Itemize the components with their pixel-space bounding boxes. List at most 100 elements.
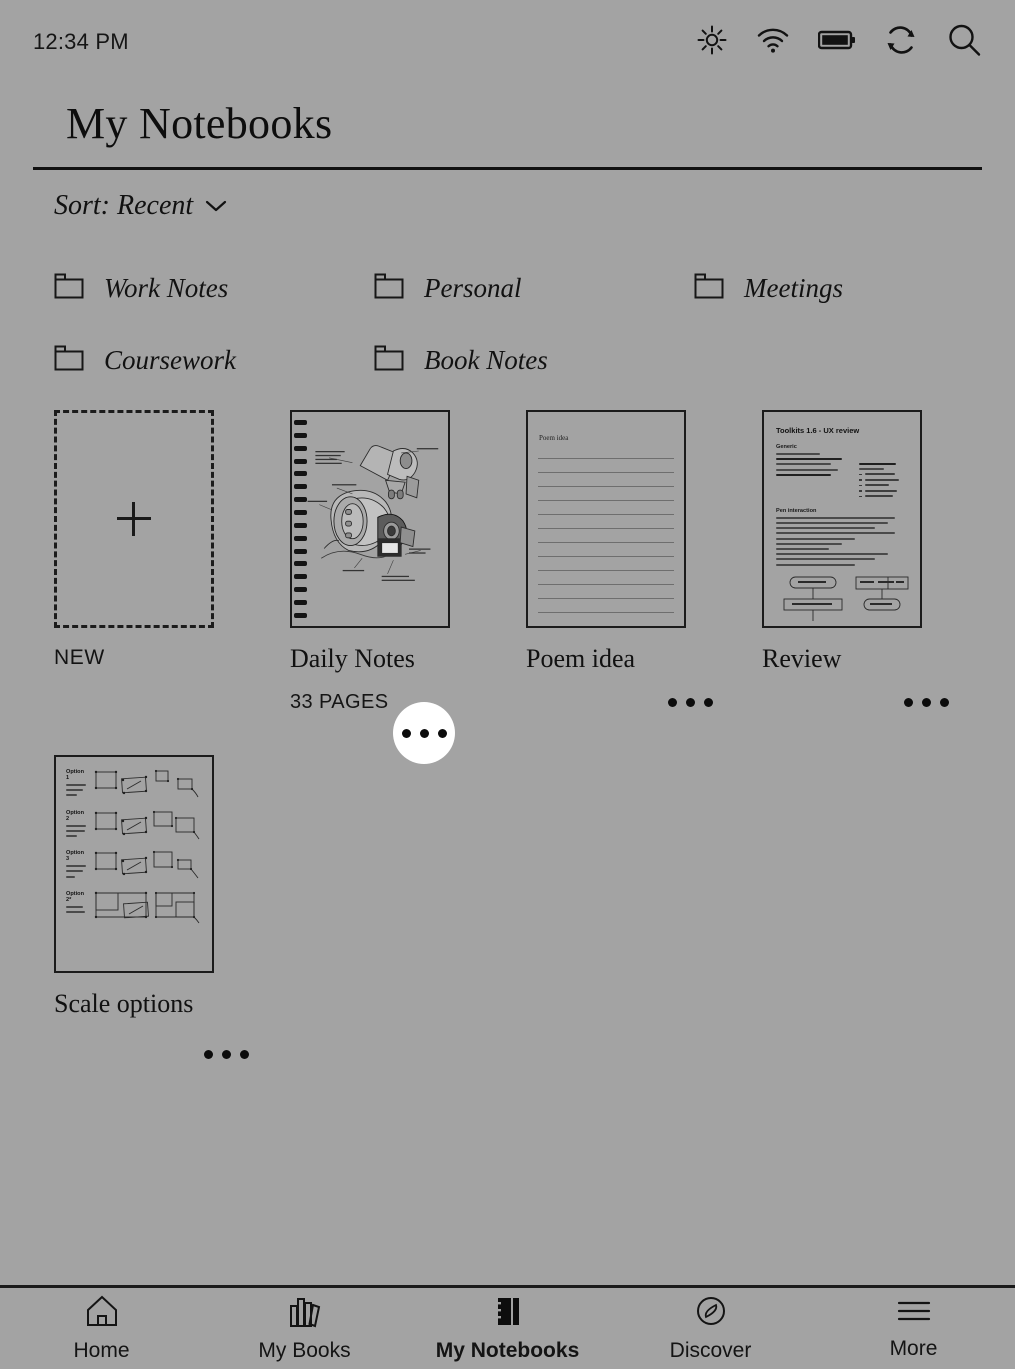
- notebook-menu-button-daily-notes[interactable]: [393, 702, 455, 764]
- notebook-thumb-wrap: Option 1 Option 2 Option 3 Option 2*: [54, 755, 214, 973]
- doc-section-generic: Generic: [776, 444, 797, 450]
- scale-figures: [94, 850, 202, 880]
- chevron-down-icon: [205, 199, 227, 218]
- notebook-thumbnail-review[interactable]: Toolkits 1.6 - UX review Generic Pen int…: [762, 410, 922, 628]
- folder-item-work-notes[interactable]: Work Notes: [33, 252, 353, 324]
- scale-figures: [94, 769, 202, 799]
- folder-icon: [694, 273, 724, 304]
- wifi-icon[interactable]: [756, 25, 790, 60]
- header-divider: [33, 167, 982, 170]
- sort-label: Sort: Recent: [54, 190, 194, 221]
- notebook-title: Scale options: [54, 989, 194, 1018]
- scale-options-preview: Option 1 Option 2 Option 3 Option 2*: [56, 757, 212, 971]
- notebook-grid: NEW Daily Notes 33 PAGES Poem idea Poem …: [33, 410, 982, 1100]
- notebook-thumbnail-poem-idea[interactable]: Poem idea: [526, 410, 686, 628]
- grid-cell-review: Toolkits 1.6 - UX review Generic Pen int…: [741, 410, 977, 755]
- folder-label: Personal: [424, 272, 522, 303]
- scale-option-title: Option 2: [66, 809, 85, 822]
- scale-option-label-block: Option 1: [66, 769, 88, 800]
- notebook-menu-button-scale-options[interactable]: [204, 1049, 249, 1059]
- scale-option-row: Option 2*: [66, 891, 202, 923]
- doc-column-right: [859, 453, 908, 501]
- notebook-meta: [762, 682, 977, 722]
- scale-option-row: Option 1: [66, 769, 202, 800]
- bottom-navigation: Home My Books My Notebooks Discover More: [0, 1285, 1015, 1369]
- scale-option-title: Option 2*: [66, 890, 85, 903]
- notebook-title: Review: [762, 644, 842, 673]
- grid-cell-poem-idea: Poem idea Poem idea: [505, 410, 741, 755]
- new-notebook-button[interactable]: [54, 410, 214, 628]
- notebook-thumb-wrap: Poem idea: [526, 410, 686, 628]
- doc-heading: Toolkits 1.6 - UX review: [776, 426, 860, 435]
- folder-label: Work Notes: [104, 272, 229, 303]
- folder-list: Work Notes Personal Meetings Coursework: [33, 252, 982, 396]
- folder-label: Meetings: [744, 272, 843, 303]
- grid-cell-daily-notes: Daily Notes 33 PAGES: [269, 410, 505, 764]
- folder-label: Coursework: [104, 344, 237, 375]
- folder-item-meetings[interactable]: Meetings: [673, 252, 982, 324]
- notebook-menu-button-poem-idea[interactable]: [668, 697, 713, 707]
- nav-item-discover[interactable]: Discover: [609, 1288, 812, 1369]
- scale-option-row: Option 3: [66, 850, 202, 881]
- sort-control[interactable]: Sort: Recent: [54, 190, 227, 222]
- compass-icon: [694, 1294, 728, 1333]
- grid-cell-new: NEW: [33, 410, 269, 755]
- notebook-thumbnail-scale-options[interactable]: Option 1 Option 2 Option 3 Option 2*: [54, 755, 214, 973]
- notebook-meta: [54, 1027, 269, 1067]
- scale-option-title: Option 3: [66, 850, 85, 863]
- doc-column-left: [776, 453, 849, 501]
- scale-option-label-block: Option 2: [66, 810, 88, 841]
- thumbnail-page-title: Poem idea: [539, 434, 569, 442]
- scale-figures: [94, 891, 202, 923]
- notebook-thumb-wrap: Toolkits 1.6 - UX review Generic Pen int…: [762, 410, 922, 628]
- nav-label: More: [889, 1337, 938, 1360]
- mechanical-sketch: [307, 445, 439, 581]
- nav-label: Discover: [669, 1339, 752, 1362]
- folder-item-personal[interactable]: Personal: [353, 252, 673, 324]
- nav-label: My Books: [258, 1339, 351, 1362]
- books-icon: [286, 1294, 324, 1333]
- doc-columns: [776, 453, 908, 501]
- nav-label: Home: [73, 1339, 130, 1362]
- notebook-title: Daily Notes: [290, 644, 415, 673]
- status-icon-group: [696, 22, 982, 63]
- status-bar: 12:34 PM: [0, 0, 1015, 84]
- page-title: My Notebooks: [66, 99, 333, 148]
- notebook-meta: [526, 682, 741, 722]
- notebook-menu-button-review[interactable]: [904, 697, 949, 707]
- notebook-icon: [491, 1294, 525, 1333]
- new-notebook-thumb: [54, 410, 214, 628]
- folder-item-book-notes[interactable]: Book Notes: [353, 324, 673, 396]
- nav-label: My Notebooks: [435, 1339, 580, 1362]
- notebook-page-count: 33 PAGES: [290, 690, 389, 713]
- scale-option-title: Option 1: [66, 769, 85, 781]
- plus-icon: [117, 502, 151, 536]
- home-icon: [84, 1294, 120, 1333]
- folder-icon: [374, 345, 404, 376]
- grid-cell-scale-options: Option 1 Option 2 Option 3 Option 2* Sca…: [33, 755, 269, 1100]
- notebook-thumb-wrap: [290, 410, 455, 764]
- nav-item-home[interactable]: Home: [0, 1288, 203, 1369]
- brightness-icon[interactable]: [696, 24, 728, 61]
- scale-option-label-block: Option 3: [66, 850, 88, 881]
- doc-flow-diagram: [783, 576, 909, 621]
- battery-icon[interactable]: [817, 28, 856, 57]
- document-preview: Toolkits 1.6 - UX review Generic Pen int…: [764, 412, 920, 626]
- nav-item-more[interactable]: More: [812, 1288, 1015, 1369]
- notebook-thumbnail-daily-notes[interactable]: [290, 410, 450, 628]
- sync-icon[interactable]: [884, 23, 918, 62]
- ruled-lines: [538, 458, 674, 626]
- folder-icon: [374, 273, 404, 304]
- new-notebook-label: NEW: [54, 646, 105, 669]
- folder-icon: [54, 345, 84, 376]
- scale-option-label-block: Option 2*: [66, 891, 88, 921]
- hamburger-icon: [895, 1296, 933, 1331]
- nav-item-my-books[interactable]: My Books: [203, 1288, 406, 1369]
- search-icon[interactable]: [946, 22, 982, 63]
- folder-item-coursework[interactable]: Coursework: [33, 324, 353, 396]
- notebook-title: Poem idea: [526, 644, 636, 673]
- nav-item-my-notebooks[interactable]: My Notebooks: [406, 1288, 609, 1369]
- status-time: 12:34 PM: [33, 29, 129, 54]
- scale-figures: [94, 810, 202, 840]
- doc-section-pen-interaction: Pen interaction: [776, 507, 817, 514]
